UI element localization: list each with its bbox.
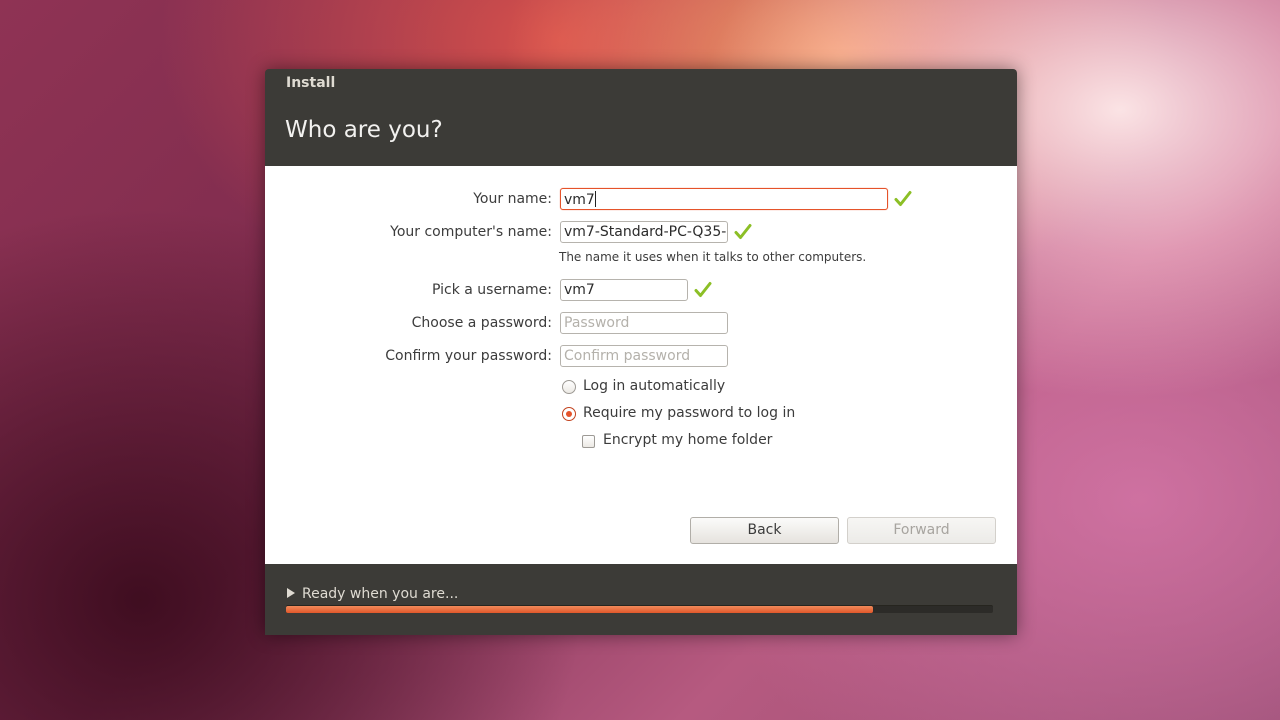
encrypt-home-label[interactable]: Encrypt my home folder — [603, 432, 772, 448]
username-valid-checkmark-icon — [694, 282, 712, 297]
install-progress-fill — [286, 606, 873, 613]
page-heading: Who are you? — [285, 117, 443, 143]
confirm-password-placeholder: Confirm password — [564, 348, 691, 364]
installer-window: Install Who are you? Your name: vm7 Your… — [265, 69, 1017, 635]
text-caret — [594, 191, 596, 207]
username-label: Pick a username: — [431, 282, 552, 298]
back-button[interactable]: Back — [690, 517, 839, 544]
password-input[interactable]: Password — [560, 312, 728, 334]
username-value: vm7 — [564, 282, 595, 298]
auto-login-label[interactable]: Log in automatically — [583, 378, 725, 394]
username-input[interactable]: vm7 — [560, 279, 688, 301]
encrypt-home-checkbox[interactable] — [582, 435, 595, 448]
confirm-password-input[interactable]: Confirm password — [560, 345, 728, 367]
status-text[interactable]: Ready when you are... — [302, 586, 458, 602]
password-label: Choose a password: — [411, 315, 552, 331]
password-placeholder: Password — [564, 315, 630, 331]
computer-name-hint: The name it uses when it talks to other … — [559, 250, 867, 264]
computer-name-label: Your computer's name: — [390, 224, 552, 240]
computer-name-input[interactable]: vm7-Standard-PC-Q35-IC — [560, 221, 728, 243]
form-panel: Your name: vm7 Your computer's name: vm7… — [265, 166, 1017, 564]
your-name-label: Your name: — [473, 191, 552, 207]
auto-login-radio[interactable] — [562, 380, 576, 394]
computer-name-value: vm7-Standard-PC-Q35-IC — [564, 224, 728, 240]
your-name-value: vm7 — [564, 192, 595, 208]
window-title: Install — [286, 75, 336, 91]
your-name-input[interactable]: vm7 — [560, 188, 888, 210]
computer-name-valid-checkmark-icon — [734, 224, 752, 239]
your-name-valid-checkmark-icon — [894, 191, 912, 206]
require-password-label[interactable]: Require my password to log in — [583, 405, 795, 421]
require-password-radio[interactable] — [562, 407, 576, 421]
confirm-password-label: Confirm your password: — [385, 348, 552, 364]
triangle-right-icon[interactable] — [287, 588, 295, 598]
install-progress-bar — [286, 605, 993, 613]
forward-button[interactable]: Forward — [847, 517, 996, 544]
desktop: { "window": { "title": "Install", "headi… — [0, 0, 1280, 720]
